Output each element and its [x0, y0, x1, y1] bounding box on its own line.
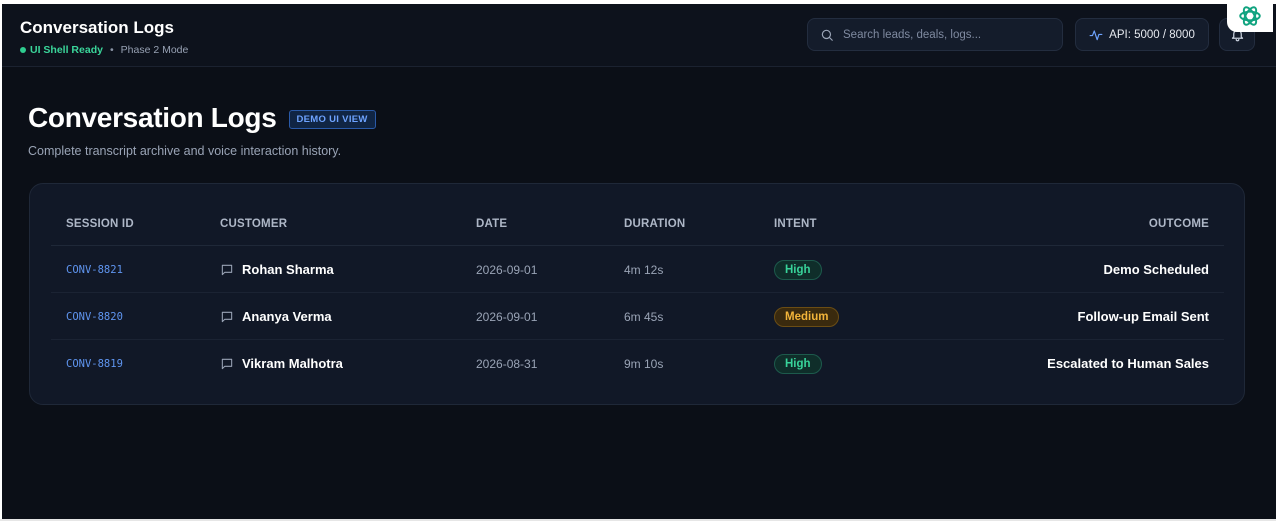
- conversation-table-card: SESSION ID CUSTOMER DATE DURATION INTENT…: [29, 183, 1245, 405]
- column-header-customer[interactable]: CUSTOMER: [220, 218, 287, 230]
- api-usage-button[interactable]: API: 5000 / 8000: [1075, 18, 1209, 51]
- customer-name: Ananya Verma: [242, 309, 332, 324]
- column-header-date[interactable]: DATE: [476, 218, 507, 230]
- status-separator: •: [109, 44, 114, 56]
- customer-cell: Rohan Sharma: [220, 246, 334, 293]
- intent-badge: High: [774, 259, 822, 280]
- customer-cell: Vikram Malhotra: [220, 340, 343, 387]
- customer-name: Rohan Sharma: [242, 262, 334, 277]
- search-input[interactable]: [843, 28, 1053, 41]
- message-square-icon: [221, 311, 233, 322]
- session-id-link[interactable]: CONV-8820: [66, 293, 123, 340]
- outcome-cell: Escalated to Human Sales: [1047, 356, 1209, 371]
- page-title: Conversation Logs: [28, 102, 277, 133]
- date-cell: 2026-08-31: [476, 356, 538, 371]
- status-line: UI Shell Ready • Phase 2 Mode: [20, 44, 188, 56]
- page-title-row: Conversation Logs DEMO UI VIEW: [28, 102, 376, 134]
- date-cell: 2026-09-01: [476, 262, 538, 277]
- duration-cell: 6m 45s: [624, 309, 664, 324]
- window-frame-left: [0, 0, 2, 521]
- date-cell: 2026-09-01: [476, 309, 538, 324]
- app-title: Conversation Logs: [20, 18, 174, 37]
- session-id-link[interactable]: CONV-8821: [66, 246, 123, 293]
- activity-icon: [1089, 29, 1103, 40]
- column-header-session-id[interactable]: SESSION ID: [66, 218, 134, 230]
- page-subtitle: Complete transcript archive and voice in…: [28, 144, 342, 158]
- outcome-cell: Demo Scheduled: [1103, 262, 1209, 277]
- status-dot-icon: [20, 47, 26, 53]
- demo-badge: DEMO UI VIEW: [288, 109, 376, 129]
- column-header-intent[interactable]: INTENT: [774, 218, 817, 230]
- intent-badge: Medium: [774, 306, 840, 327]
- table-row[interactable]: CONV-8819 Vikram Malhotra 2026-08-31 9m …: [51, 340, 1224, 387]
- customer-cell: Ananya Verma: [220, 293, 332, 340]
- table-row[interactable]: CONV-8820 Ananya Verma 2026-09-01 6m 45s…: [51, 293, 1224, 340]
- conversation-table: SESSION ID CUSTOMER DATE DURATION INTENT…: [51, 204, 1224, 387]
- session-id-link[interactable]: CONV-8819: [66, 340, 123, 387]
- column-header-outcome[interactable]: OUTCOME: [1149, 218, 1209, 230]
- table-header: SESSION ID CUSTOMER DATE DURATION INTENT…: [51, 204, 1224, 246]
- search-box[interactable]: [807, 18, 1063, 51]
- top-bar: Conversation Logs UI Shell Ready • Phase…: [2, 4, 1276, 67]
- assistant-logo[interactable]: [1227, 0, 1273, 32]
- intent-cell: High: [774, 340, 822, 387]
- message-square-icon: [221, 264, 233, 275]
- openai-logo-icon: [1239, 6, 1261, 26]
- outcome-cell: Follow-up Email Sent: [1077, 309, 1209, 324]
- message-square-icon: [221, 358, 233, 369]
- search-icon: [821, 29, 833, 41]
- intent-badge: High: [774, 353, 822, 374]
- status-ready: UI Shell Ready: [30, 44, 103, 56]
- intent-cell: High: [774, 246, 822, 293]
- table-row[interactable]: CONV-8821 Rohan Sharma 2026-09-01 4m 12s…: [51, 246, 1224, 293]
- intent-cell: Medium: [774, 293, 840, 340]
- column-header-duration[interactable]: DURATION: [624, 218, 685, 230]
- api-usage-label: API: 5000 / 8000: [1109, 28, 1195, 41]
- customer-name: Vikram Malhotra: [242, 356, 343, 371]
- duration-cell: 4m 12s: [624, 262, 664, 277]
- duration-cell: 9m 10s: [624, 356, 664, 371]
- status-mode: Phase 2 Mode: [120, 44, 189, 56]
